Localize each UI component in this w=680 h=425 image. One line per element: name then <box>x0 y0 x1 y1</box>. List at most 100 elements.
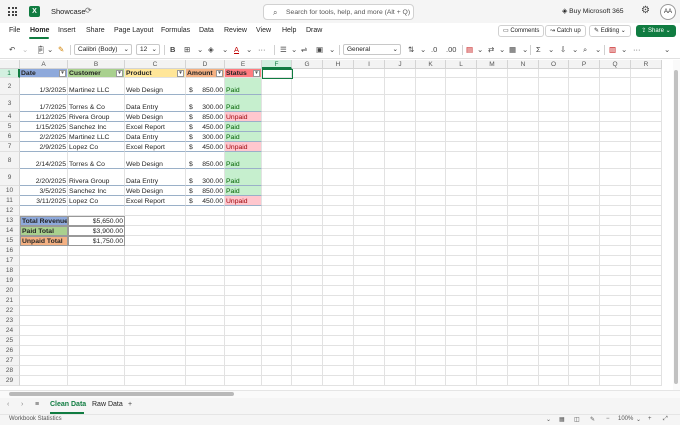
chevron-down-icon[interactable]: ⌄ <box>546 416 551 423</box>
conditional-format-icon[interactable]: ▤ <box>466 45 473 54</box>
grid-cell[interactable] <box>68 316 125 326</box>
grid-cell[interactable] <box>225 336 262 346</box>
table-cell-customer[interactable]: Sanchez Inc <box>68 122 125 132</box>
grid-cell[interactable] <box>262 95 292 112</box>
grid-cell[interactable] <box>20 316 68 326</box>
menu-draw[interactable]: Draw <box>306 27 322 34</box>
grid-cell[interactable] <box>354 216 385 226</box>
grid-cell[interactable] <box>600 122 631 132</box>
chevron-down-icon[interactable]: ⌄ <box>420 45 426 54</box>
grid-cell[interactable] <box>416 266 446 276</box>
grid-cell[interactable] <box>600 142 631 152</box>
grid-cell[interactable] <box>186 226 225 236</box>
chevron-down-icon[interactable]: ⌄ <box>572 45 578 54</box>
table-cell-amount[interactable]: $450.00 <box>186 196 225 206</box>
table-cell-date[interactable]: 2/20/2025 <box>20 169 68 186</box>
grid-cell[interactable] <box>323 112 354 122</box>
grid-cell[interactable] <box>539 326 569 336</box>
grid-cell[interactable] <box>262 306 292 316</box>
grid-cell[interactable] <box>508 122 539 132</box>
row-header-8[interactable]: 8 <box>0 152 20 169</box>
grid-cell[interactable] <box>508 346 539 356</box>
grid-cell[interactable] <box>354 169 385 186</box>
column-header-k[interactable]: K <box>416 60 446 69</box>
more-options-icon[interactable]: ··· <box>258 45 266 54</box>
grid-cell[interactable] <box>225 246 262 256</box>
grid-cell[interactable] <box>292 78 323 95</box>
grid-cell[interactable] <box>600 216 631 226</box>
grid-cell[interactable] <box>569 236 600 246</box>
grid-cell[interactable] <box>186 376 225 386</box>
grid-cell[interactable] <box>446 276 477 286</box>
grid-cell[interactable] <box>292 356 323 366</box>
grid-cell[interactable] <box>385 152 416 169</box>
grid-cell[interactable] <box>477 206 508 216</box>
fill-color-icon[interactable]: ◈ <box>208 45 214 54</box>
menu-file[interactable]: File <box>9 27 20 34</box>
column-header-m[interactable]: M <box>477 60 508 69</box>
grid-cell[interactable] <box>631 216 662 226</box>
grid-cell[interactable] <box>631 142 662 152</box>
grid-cell[interactable] <box>125 256 186 266</box>
grid-cell[interactable] <box>416 95 446 112</box>
grid-cell[interactable] <box>416 132 446 142</box>
menu-view[interactable]: View <box>256 27 271 34</box>
grid-cell[interactable] <box>125 306 186 316</box>
grid-cell[interactable] <box>446 256 477 266</box>
grid-cell[interactable] <box>477 186 508 196</box>
grid-cell[interactable] <box>600 226 631 236</box>
grid-cell[interactable] <box>68 326 125 336</box>
grid-cell[interactable] <box>569 95 600 112</box>
grid-cell[interactable] <box>68 306 125 316</box>
row-header-23[interactable]: 23 <box>0 316 20 326</box>
grid-cell[interactable] <box>323 366 354 376</box>
number-format-select[interactable]: General ⌄ <box>343 44 401 55</box>
grid-cell[interactable] <box>416 142 446 152</box>
grid-cell[interactable] <box>354 152 385 169</box>
grid-cell[interactable] <box>539 78 569 95</box>
row-header-19[interactable]: 19 <box>0 276 20 286</box>
grid-cell[interactable] <box>600 286 631 296</box>
grid-cell[interactable] <box>477 356 508 366</box>
grid-cell[interactable] <box>292 206 323 216</box>
grid-cell[interactable] <box>631 266 662 276</box>
grid-cell[interactable] <box>20 286 68 296</box>
grid-cell[interactable] <box>477 346 508 356</box>
grid-cell[interactable] <box>416 69 446 78</box>
menu-share[interactable]: Share <box>86 27 105 34</box>
chevron-left-icon[interactable]: ‹ <box>7 401 9 408</box>
row-header-11[interactable]: 11 <box>0 196 20 206</box>
grid-cell[interactable] <box>446 336 477 346</box>
grid-cell[interactable] <box>539 196 569 206</box>
grid-cell[interactable] <box>477 216 508 226</box>
grid-cell[interactable] <box>569 256 600 266</box>
grid-cell[interactable] <box>186 326 225 336</box>
zoom-out-icon[interactable]: − <box>606 416 610 422</box>
grid-cell[interactable] <box>225 206 262 216</box>
grid-cell[interactable] <box>125 236 186 246</box>
grid-cell[interactable] <box>539 169 569 186</box>
grid-cell[interactable] <box>20 356 68 366</box>
grid-cell[interactable] <box>416 169 446 186</box>
align-icon[interactable]: ☰ <box>280 45 287 54</box>
grid-cell[interactable] <box>631 246 662 256</box>
grid-cell[interactable] <box>225 286 262 296</box>
column-header-i[interactable]: I <box>354 60 385 69</box>
grid-cell[interactable] <box>477 95 508 112</box>
grid-cell[interactable] <box>385 122 416 132</box>
table-cell-amount[interactable]: $850.00 <box>186 186 225 196</box>
page-view-icon[interactable]: ◫ <box>574 416 580 423</box>
grid-cell[interactable] <box>631 196 662 206</box>
chevron-down-icon[interactable]: ⌄ <box>499 45 505 54</box>
grid-cell[interactable] <box>631 346 662 356</box>
grid-cell[interactable] <box>354 296 385 306</box>
grid-cell[interactable] <box>262 326 292 336</box>
grid-cell[interactable] <box>262 122 292 132</box>
grid-cell[interactable] <box>292 366 323 376</box>
column-header-o[interactable]: O <box>539 60 569 69</box>
grid-cell[interactable] <box>186 296 225 306</box>
grid-cell[interactable] <box>186 236 225 246</box>
column-header-l[interactable]: L <box>446 60 477 69</box>
grid-cell[interactable] <box>600 276 631 286</box>
sheet-tab-raw-data[interactable]: Raw Data <box>92 401 123 408</box>
